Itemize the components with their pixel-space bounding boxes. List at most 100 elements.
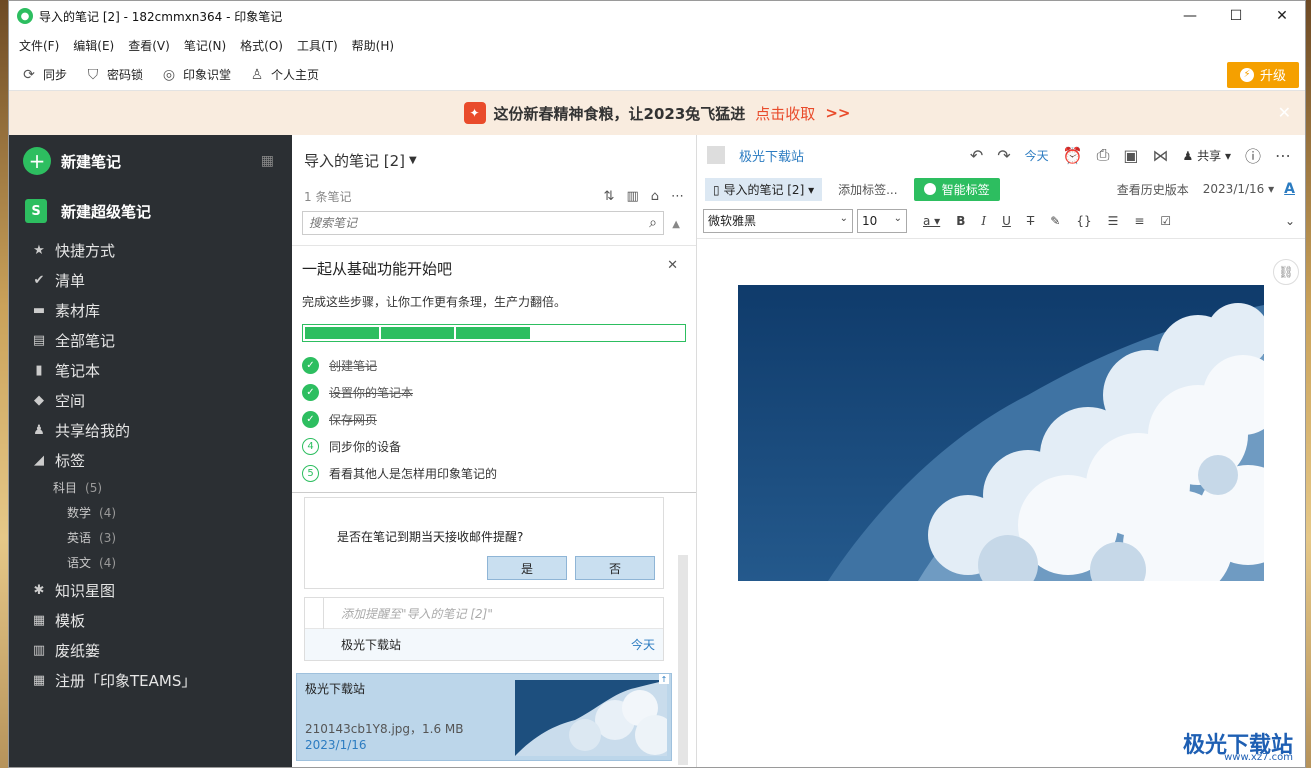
share-network-icon[interactable]: ⋈ [1153, 146, 1169, 165]
onboarding-step[interactable]: 5 看看其他人是怎样用印象笔记的 [302, 460, 686, 487]
sidebar-item-notes[interactable]: ▤ 全部笔记 [9, 325, 292, 355]
reminder-yes-button[interactable]: 是 [487, 556, 567, 580]
bullet-list-icon[interactable]: ☰ [1108, 214, 1119, 228]
scroll-up-icon[interactable]: ▲ [672, 219, 680, 230]
italic-icon[interactable]: I [981, 214, 986, 228]
present-icon[interactable]: ▣ [1123, 146, 1138, 165]
promo-close-icon[interactable]: ✕ [1278, 103, 1291, 122]
sidebar-item-notebook[interactable]: ▮ 笔记本 [9, 355, 292, 385]
today-label[interactable]: 今天 [1025, 147, 1049, 164]
notebook-settings-icon[interactable]: ⌂ [651, 189, 659, 204]
onboarding-step[interactable]: ✓ 设置你的笔记本 [302, 379, 686, 406]
share-button[interactable]: ♟ 共享 ▾ [1183, 147, 1231, 164]
sidebar: + 新建笔记 ▦ S 新建超级笔记 ★ 快捷方式 ✔ 清单 ▬ 素材库 ▤ 全部笔记 ▮ 笔记本 ◆… [9, 135, 292, 767]
sidebar-item-tag[interactable]: ◢ 标签 [9, 445, 292, 475]
menu-edit[interactable]: 编辑(E) [73, 37, 114, 54]
reminder-no-button[interactable]: 否 [575, 556, 655, 580]
sidebar-item-teams[interactable]: ▦ 注册「印象TEAMS」 [9, 665, 292, 695]
password-lock-button[interactable]: ⛉ 密码锁 [85, 66, 143, 83]
chevron-down-icon: ⌄ [839, 212, 848, 224]
redo-icon[interactable]: ↷ [997, 146, 1010, 165]
note-editor: 极光下载站 ↶ ↷ 今天 ⏰ ⎙ ▣ ⋈ ♟ 共享 ▾ ⓘ ⋯ ▯ 导入的笔记 … [697, 135, 1305, 767]
print-icon[interactable]: ⎙ [1097, 145, 1110, 165]
search-icon[interactable]: ⌕ [649, 215, 657, 231]
sort-icon[interactable]: ⇅ [604, 189, 615, 204]
undo-icon[interactable]: ↶ [970, 146, 983, 165]
note-card[interactable]: 极光下载站 210143cb1Y8.jpg，1.6 MB 2023/1/16 ↑ [296, 673, 672, 761]
view-toggle-icon[interactable]: ▥ [626, 189, 638, 204]
more-options-icon[interactable]: ⋯ [1275, 146, 1291, 165]
alarm-icon[interactable]: ⏰ [1063, 146, 1083, 165]
onboarding-step[interactable]: ✓ 保存网页 [302, 406, 686, 433]
sidebar-item-space[interactable]: ◆ 空间 [9, 385, 292, 415]
main-area: + 新建笔记 ▦ S 新建超级笔记 ★ 快捷方式 ✔ 清单 ▬ 素材库 ▤ 全部笔记 ▮ 笔记本 ◆… [9, 135, 1305, 767]
menu-tools[interactable]: 工具(T) [297, 37, 338, 54]
underline-icon[interactable]: U [1002, 214, 1011, 228]
menu-file[interactable]: 文件(F) [19, 37, 59, 54]
expand-toolbar-icon[interactable]: ⌄ [1285, 214, 1295, 228]
onboarding-step[interactable]: ✓ 创建笔记 [302, 352, 686, 379]
sidebar-item-library[interactable]: ▬ 素材库 [9, 295, 292, 325]
onboarding-step[interactable]: 4 同步你的设备 [302, 433, 686, 460]
onboarding-step-label: 设置你的笔记本 [329, 386, 414, 400]
font-family-select[interactable]: 微软雅黑 ⌄ [703, 208, 853, 233]
onboarding-close-icon[interactable]: ✕ [667, 258, 678, 273]
note-date-dropdown[interactable]: 2023/1/16 ▾ [1203, 182, 1274, 196]
grid-icon[interactable]: ▦ [261, 153, 274, 169]
info-icon[interactable]: ⓘ [1245, 143, 1261, 167]
new-note-button[interactable]: + 新建笔记 ▦ [9, 135, 292, 187]
strikethrough-icon[interactable]: T [1027, 214, 1034, 228]
search-input[interactable] [309, 216, 650, 230]
sidebar-item-label: 标签 [55, 451, 86, 470]
more-icon[interactable]: ⋯ [671, 189, 684, 204]
tag-subject[interactable]: 科目 (5) [9, 475, 292, 500]
add-tag-button[interactable]: 添加标签... [838, 181, 897, 198]
pin-icon: ↑ [659, 674, 669, 684]
sidebar-item-star[interactable]: ★ 快捷方式 [9, 235, 292, 265]
note-list-scrollbar[interactable] [678, 555, 688, 765]
reminder-note-row[interactable]: 极光下载站 今天 [305, 629, 663, 660]
sync-icon: ⟳ [23, 66, 35, 83]
link-icon[interactable]: ⛓ [1273, 259, 1299, 285]
history-link[interactable]: 查看历史版本 [1117, 181, 1189, 198]
maximize-button[interactable]: ☐ [1213, 1, 1259, 31]
sync-button[interactable]: ⟳ 同步 [21, 66, 67, 83]
promo-cta-link[interactable]: 点击收取 [755, 103, 815, 124]
new-super-note-button[interactable]: S 新建超级笔记 [9, 187, 292, 235]
sidebar-item-checklist[interactable]: ✔ 清单 [9, 265, 292, 295]
code-icon[interactable]: {} [1076, 214, 1091, 228]
bold-icon[interactable]: B [956, 214, 965, 228]
sidebar-item-trash[interactable]: ▥ 废纸篓 [9, 635, 292, 665]
profile-button[interactable]: ♙ 个人主页 [249, 66, 319, 83]
font-size-select[interactable]: 10 ⌄ [857, 208, 907, 233]
menu-format[interactable]: 格式(O) [240, 37, 283, 54]
tag-math[interactable]: 数学 (4) [9, 500, 292, 525]
sidebar-item-shared[interactable]: ♟ 共享给我的 [9, 415, 292, 445]
minimize-button[interactable]: — [1167, 1, 1213, 31]
knowledge-hall-button[interactable]: ◎ 印象识堂 [161, 66, 231, 83]
tag-icon: ◢ [34, 452, 44, 468]
close-button[interactable]: ✕ [1259, 1, 1305, 31]
tag-chinese[interactable]: 语文 (4) [9, 550, 292, 575]
tag-english[interactable]: 英语 (3) [9, 525, 292, 550]
add-reminder-row[interactable]: 添加提醒至"导入的笔记 [2]" [305, 598, 663, 629]
promo-banner[interactable]: ✦ 这份新春精神食粮，让2023兔飞猛进 点击收取 >> ✕ [9, 91, 1305, 135]
font-style-icon[interactable]: A [1284, 181, 1295, 197]
smart-tag-button[interactable]: 智能标签 [913, 177, 1000, 201]
sidebar-item-template[interactable]: ▦ 模板 [9, 605, 292, 635]
text-color-icon[interactable]: a ▾ [923, 214, 940, 228]
menu-view[interactable]: 查看(V) [128, 37, 170, 54]
sidebar-item-label: 注册「印象TEAMS」 [55, 671, 197, 690]
menu-help[interactable]: 帮助(H) [352, 37, 394, 54]
notebook-chip[interactable]: ▯ 导入的笔记 [2] ▾ [705, 177, 823, 201]
sidebar-item-mindmap[interactable]: ✱ 知识星图 [9, 575, 292, 605]
checklist-icon[interactable]: ☑ [1160, 214, 1171, 228]
notebook-title-dropdown[interactable]: 导入的笔记 [2] ▼ [292, 135, 696, 185]
note-image[interactable] [738, 285, 1264, 581]
highlighter-icon[interactable]: ✎ [1050, 214, 1060, 228]
menu-note[interactable]: 笔记(N) [184, 37, 226, 54]
upgrade-button[interactable]: ⚡ 升级 [1227, 61, 1299, 88]
note-title[interactable]: 极光下载站 [739, 146, 804, 165]
numbered-list-icon[interactable]: ≡ [1134, 214, 1144, 228]
editor-meta-row: ▯ 导入的笔记 [2] ▾ 添加标签... 智能标签 查看历史版本 2023/1… [697, 175, 1305, 203]
